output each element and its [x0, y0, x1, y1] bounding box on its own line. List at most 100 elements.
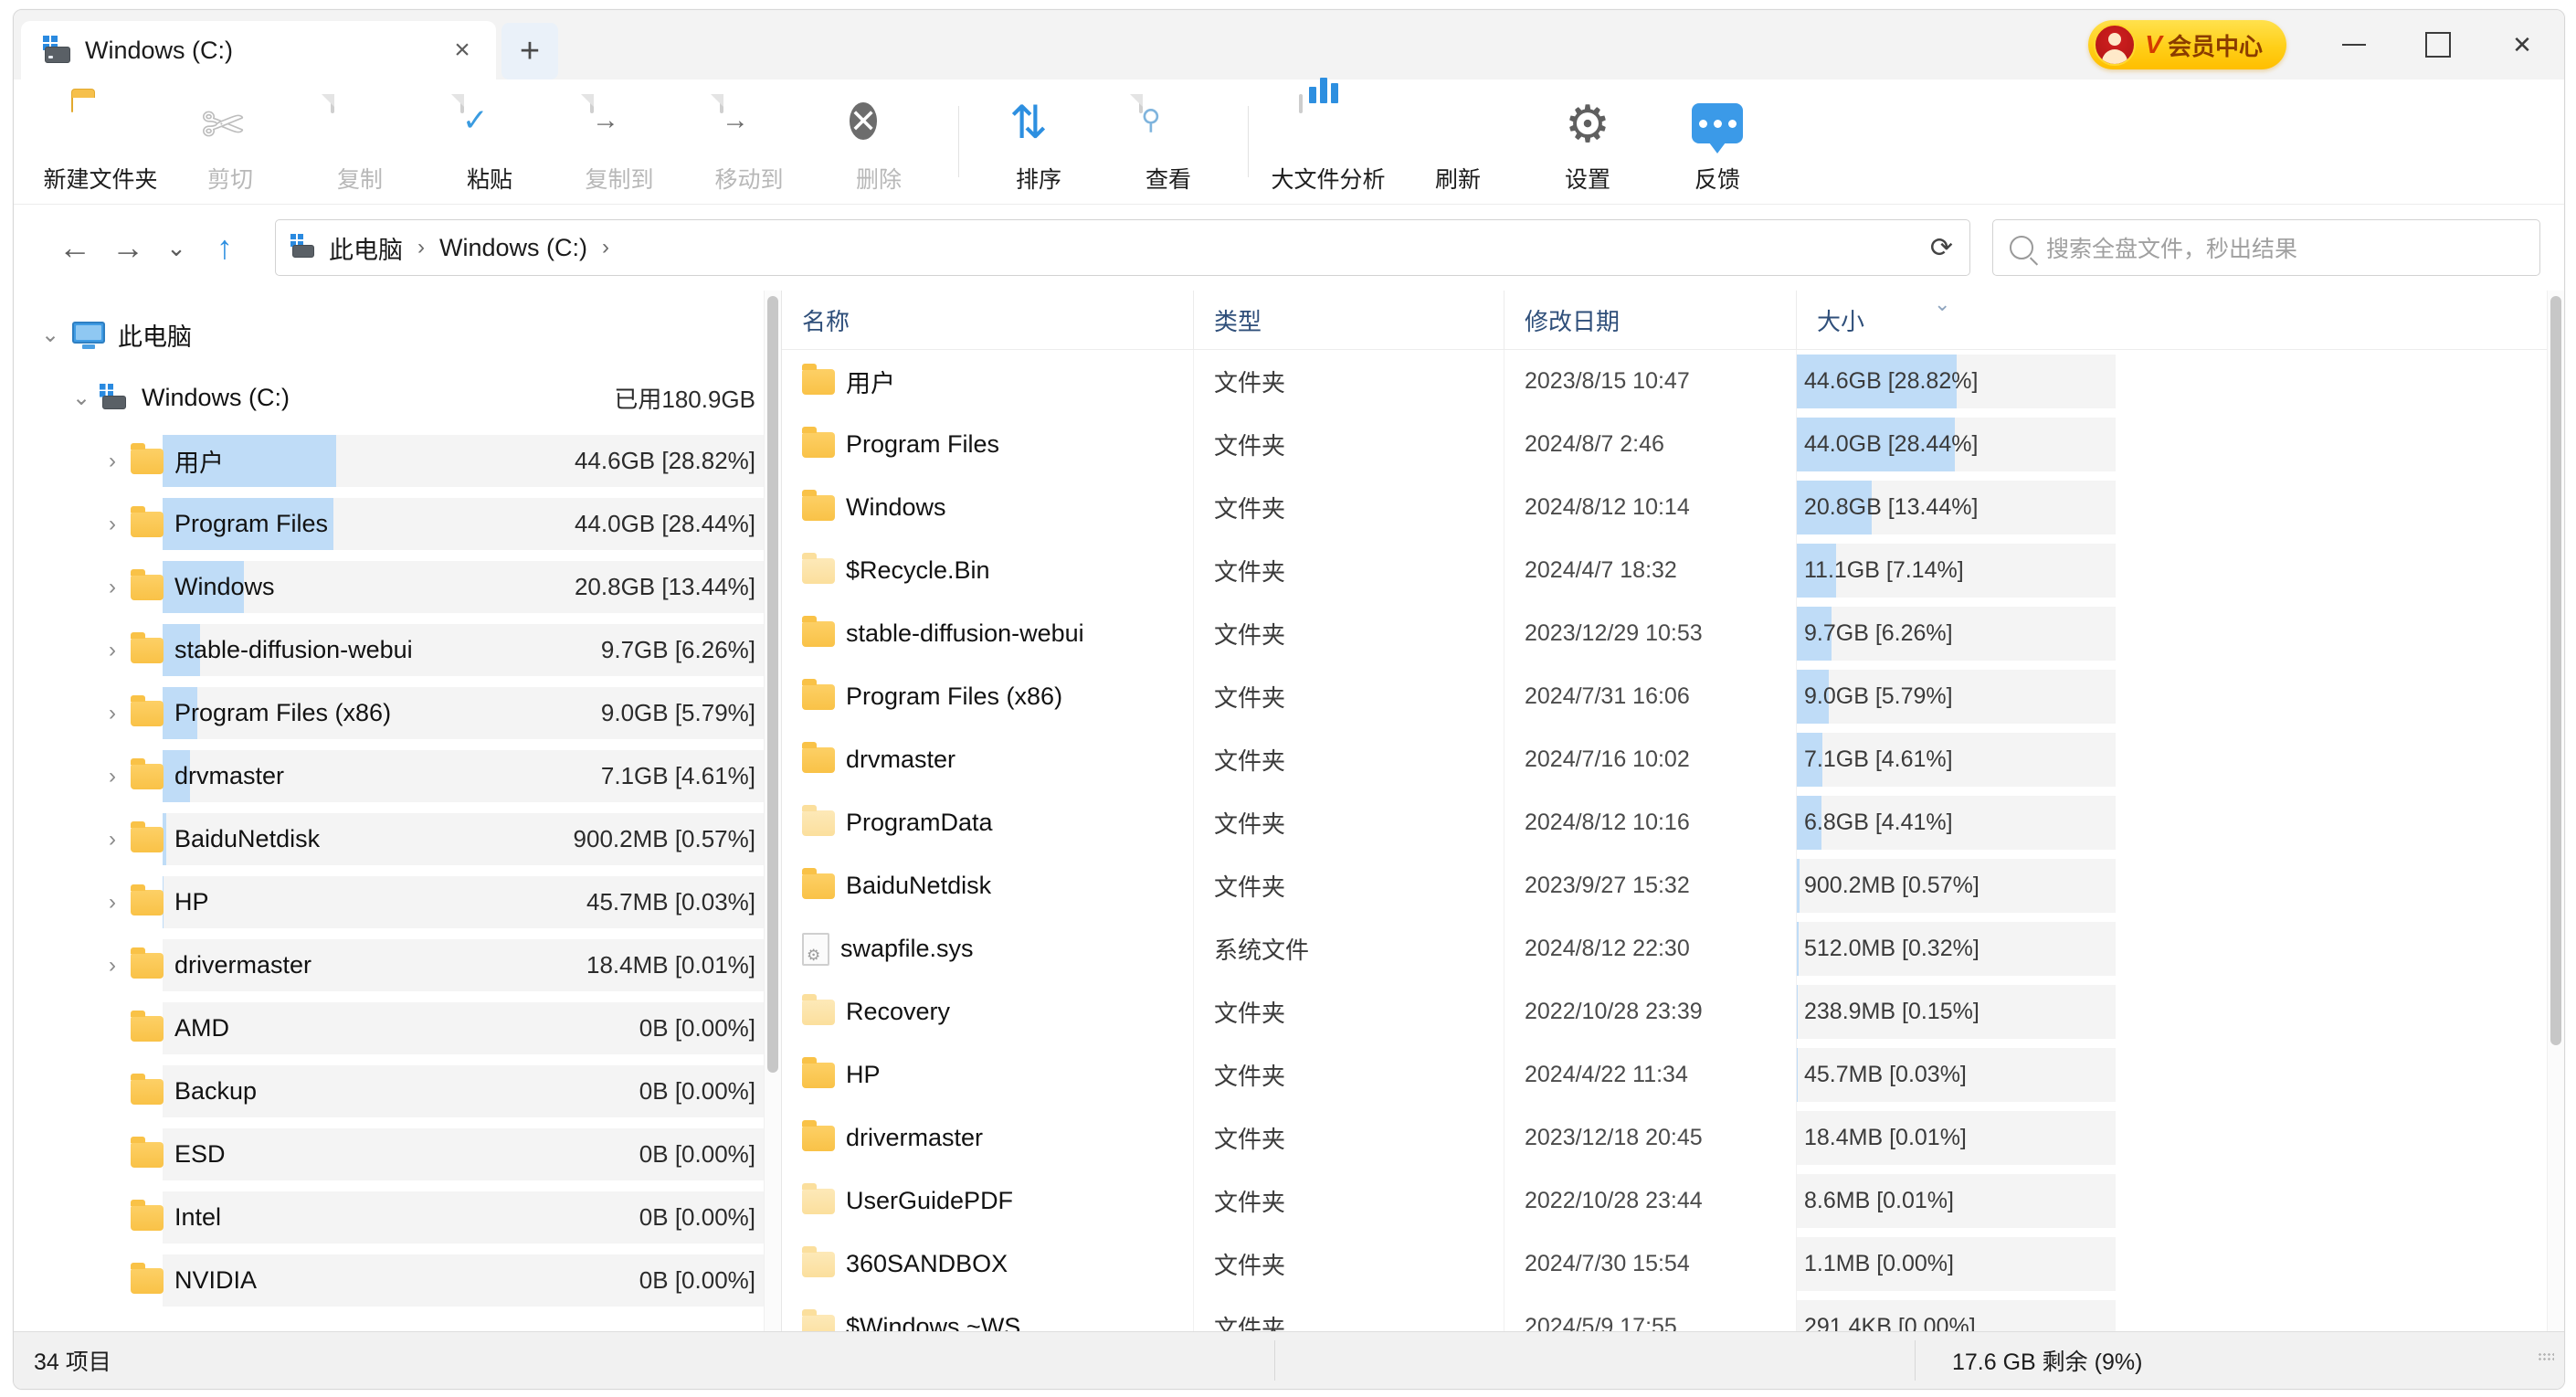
chevron-right-icon[interactable]: › — [94, 701, 131, 726]
tree-item[interactable]: AMD 0B [0.00%] — [14, 997, 781, 1060]
table-row[interactable]: BaiduNetdisk 文件夹 2023/9/27 15:32 900.2MB [0… — [782, 854, 2564, 917]
file-type: 文件夹 — [1214, 558, 1286, 586]
breadcrumb-item-windows-c[interactable]: Windows (C:) — [439, 234, 587, 262]
table-row[interactable]: $Recycle.Bin 文件夹 2024/4/7 18:32 11.1GB [7.1… — [782, 539, 2564, 602]
new-tab-button[interactable]: + — [501, 23, 558, 79]
vip-member-center-button[interactable]: V 会员中心 — [2088, 20, 2286, 69]
toolbar-label: 粘贴 — [466, 167, 512, 193]
cell-type: 文件夹 — [1193, 413, 1504, 476]
table-row[interactable]: Recovery 文件夹 2022/10/28 23:39 238.9MB [0.15… — [782, 980, 2564, 1043]
cell-date: 2024/7/30 15:54 — [1504, 1233, 1796, 1296]
copy-to-button[interactable]: → 复制到 — [554, 85, 684, 198]
tree-item-windows-c[interactable]: ⌄ Windows (C:) 已用180.9GB — [14, 366, 781, 429]
chevron-right-icon[interactable]: › — [94, 953, 131, 979]
delete-button[interactable]: ✕ 删除 — [814, 85, 944, 198]
column-header-date[interactable]: 修改日期 — [1504, 291, 1796, 349]
table-row[interactable]: Program Files 文件夹 2024/8/7 2:46 44.0GB [28.… — [782, 413, 2564, 476]
new-folder-button[interactable]: 新建文件夹 — [36, 85, 165, 198]
folder-icon — [802, 1308, 835, 1331]
address-refresh-button[interactable]: ⟳ — [1914, 219, 1970, 276]
breadcrumb[interactable]: 此电脑 › Windows (C:) › — [275, 219, 1918, 276]
file-date: 2024/7/31 16:06 — [1525, 683, 1690, 709]
tree-item[interactable]: Backup 0B [0.00%] — [14, 1060, 781, 1123]
sort-button[interactable]: ⇅ 排序 — [974, 85, 1103, 198]
chevron-right-icon[interactable]: › — [94, 449, 131, 474]
back-button[interactable]: ← — [48, 221, 101, 274]
tree-item[interactable]: › Program Files 44.0GB [28.44%] — [14, 492, 781, 556]
refresh-button[interactable]: 刷新 — [1393, 85, 1523, 198]
close-tab-icon[interactable]: × — [438, 26, 487, 75]
chevron-right-icon[interactable]: › — [94, 827, 131, 852]
paste-button[interactable]: ✓ 粘贴 — [425, 85, 554, 198]
column-header-size[interactable]: 大小 ⌄ — [1796, 291, 2116, 349]
chevron-down-icon[interactable]: ⌄ — [32, 322, 69, 348]
table-row[interactable]: swapfile.sys 系统文件 2024/8/12 22:30 512.0MB [… — [782, 917, 2564, 980]
table-row[interactable]: HP 文件夹 2024/4/22 11:34 45.7MB [0.03%] — [782, 1043, 2564, 1106]
column-header-type[interactable]: 类型 — [1193, 291, 1504, 349]
settings-button[interactable]: ⚙ 设置 — [1523, 85, 1652, 198]
file-list-scrollbar[interactable] — [2547, 291, 2564, 1331]
tree-item-label: Program Files — [174, 510, 329, 537]
tree-item[interactable]: › drivermaster 18.4MB [0.01%] — [14, 934, 781, 997]
tree-item[interactable]: › stable-diffusion-webui 9.7GB [6.26%] — [14, 619, 781, 682]
table-row[interactable]: drivermaster 文件夹 2023/12/18 20:45 18.4MB [0… — [782, 1106, 2564, 1169]
table-row[interactable]: UserGuidePDF 文件夹 2022/10/28 23:44 8.6MB [0.… — [782, 1169, 2564, 1233]
cut-button[interactable]: ✄ 剪切 — [165, 85, 295, 198]
cell-size: 18.4MB [0.01%] — [1796, 1106, 2116, 1169]
chevron-down-icon[interactable]: ⌄ — [63, 385, 100, 411]
gear-icon: ⚙ — [1564, 95, 1611, 153]
minimize-button[interactable] — [2312, 10, 2396, 79]
tree-item[interactable]: › 用户 44.6GB [28.82%] — [14, 429, 781, 492]
tree-item[interactable]: › Windows 20.8GB [13.44%] — [14, 556, 781, 619]
tree-item[interactable]: › HP 45.7MB [0.03%] — [14, 871, 781, 934]
chevron-right-icon[interactable]: › — [94, 890, 131, 915]
move-to-button[interactable]: → 移动到 — [684, 85, 814, 198]
up-button[interactable]: ↑ — [198, 221, 251, 274]
tree-item[interactable]: › BaiduNetdisk 900.2MB [0.57%] — [14, 808, 781, 871]
table-row[interactable]: stable-diffusion-webui 文件夹 2023/12/29 10:5… — [782, 602, 2564, 665]
search-input[interactable]: 搜索全盘文件，秒出结果 — [1992, 219, 2540, 276]
copy-button[interactable]: 复制 — [295, 85, 425, 198]
tree-item-this-pc[interactable]: ⌄ 此电脑 — [14, 303, 781, 366]
large-file-analysis-button[interactable]: 大文件分析 — [1263, 78, 1393, 198]
chevron-right-icon[interactable]: › — [94, 512, 131, 537]
scrollbar-thumb[interactable] — [2550, 296, 2561, 1045]
file-type: 文件夹 — [1214, 495, 1286, 523]
tree-item[interactable]: NVIDIA 0B [0.00%] — [14, 1249, 781, 1312]
cell-size: 7.1GB [4.61%] — [1796, 728, 2116, 791]
table-row[interactable]: Windows 文件夹 2024/8/12 10:14 20.8GB [13.44%] — [782, 476, 2564, 539]
tree-item[interactable]: › drvmaster 7.1GB [4.61%] — [14, 745, 781, 808]
cell-name: swapfile.sys — [782, 917, 1193, 980]
toolbar-divider — [1248, 106, 1249, 177]
forward-button[interactable]: → — [101, 221, 154, 274]
table-row[interactable]: ProgramData 文件夹 2024/8/12 10:16 6.8GB [4.41… — [782, 791, 2564, 854]
tree-item[interactable]: Intel 0B [0.00%] — [14, 1186, 781, 1249]
tree-item[interactable]: ESD 0B [0.00%] — [14, 1123, 781, 1186]
sidebar-scrollbar[interactable] — [764, 291, 781, 1331]
table-row[interactable]: drvmaster 文件夹 2024/7/16 10:02 7.1GB [4.61%] — [782, 728, 2564, 791]
history-dropdown-icon[interactable]: ⌄ — [154, 221, 198, 274]
close-window-button[interactable]: ✕ — [2480, 10, 2564, 79]
breadcrumb-item-this-pc[interactable]: 此电脑 — [329, 230, 403, 266]
file-size: 11.1GB [7.14%] — [1804, 557, 1964, 583]
view-button[interactable]: ⚲ 查看 — [1103, 85, 1233, 198]
tree-item[interactable]: › Program Files (x86) 9.0GB [5.79%] — [14, 682, 781, 745]
table-row[interactable]: $Windows.~WS 文件夹 2024/5/9 17:55 291.4KB [0.… — [782, 1296, 2564, 1331]
tree-item-size: 900.2MB [0.57%] — [573, 825, 755, 852]
table-row[interactable]: 360SANDBOX 文件夹 2024/7/30 15:54 1.1MB [0.00%… — [782, 1233, 2564, 1296]
chevron-right-icon[interactable]: › — [94, 638, 131, 663]
chevron-right-icon[interactable]: › — [94, 575, 131, 600]
feedback-button[interactable]: 反馈 — [1652, 85, 1782, 198]
column-header-name[interactable]: 名称 — [782, 291, 1193, 349]
chevron-right-icon[interactable]: › — [94, 764, 131, 789]
tab-windows-c[interactable]: Windows (C:) × — [21, 21, 496, 79]
scrollbar-thumb[interactable] — [767, 296, 778, 1073]
resize-grip[interactable] — [2528, 1352, 2564, 1369]
file-type: 文件夹 — [1214, 747, 1286, 775]
cell-type: 文件夹 — [1193, 1169, 1504, 1233]
maximize-button[interactable] — [2396, 10, 2480, 79]
table-row[interactable]: 用户 文件夹 2023/8/15 10:47 44.6GB [28.82%] — [782, 350, 2564, 413]
cell-name: ProgramData — [782, 791, 1193, 854]
table-row[interactable]: Program Files (x86) 文件夹 2024/7/31 16:06 9.0… — [782, 665, 2564, 728]
cell-name: Recovery — [782, 980, 1193, 1043]
